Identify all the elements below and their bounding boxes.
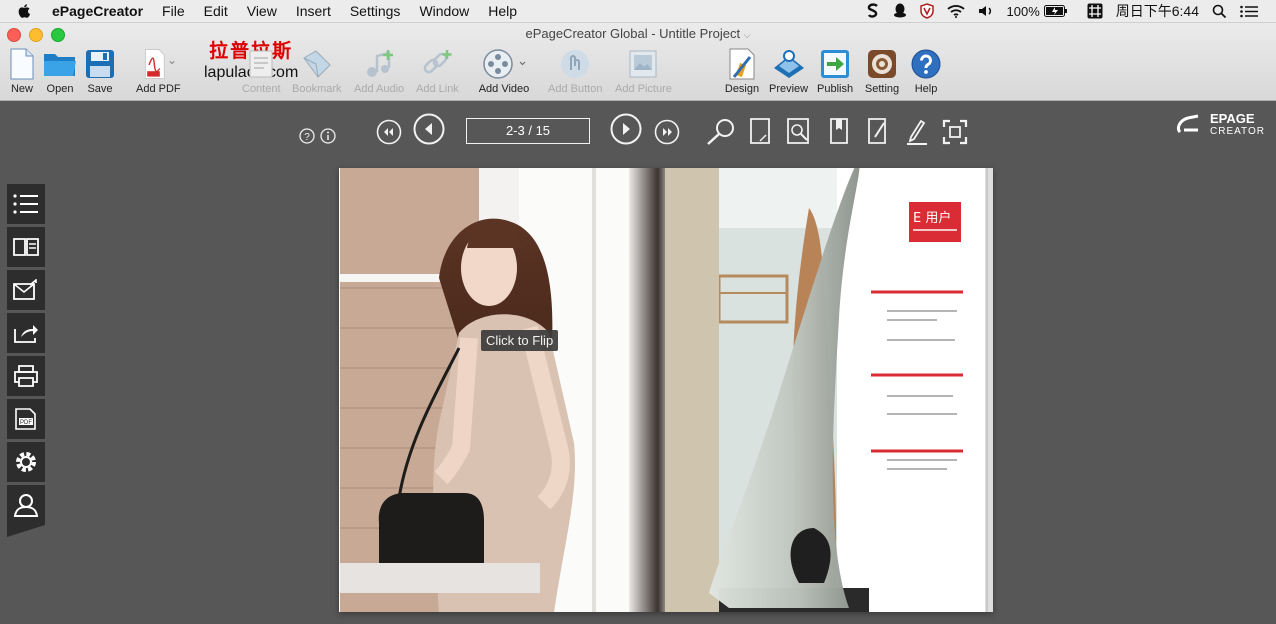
- input-method-icon[interactable]: [1087, 3, 1103, 19]
- thumbnail-page-icon[interactable]: [748, 117, 772, 147]
- add-link-button[interactable]: Add Link: [416, 47, 459, 97]
- floppy-disk-icon: [86, 50, 114, 78]
- window-toolbar: ePageCreator Global - Untitle Project ⌵ …: [0, 23, 1276, 101]
- apple-icon[interactable]: [17, 3, 33, 19]
- publish-button[interactable]: Publish: [817, 47, 853, 97]
- add-video-button[interactable]: Add Video: [478, 47, 530, 97]
- open-button[interactable]: Open: [42, 47, 78, 97]
- sidebar-download-pdf-button[interactable]: PDF: [7, 399, 45, 439]
- right-page: E 用户: [665, 168, 993, 612]
- menu-edit[interactable]: Edit: [204, 3, 228, 19]
- right-page-heading: E 用户: [913, 210, 951, 226]
- note-edit-icon[interactable]: [866, 117, 890, 147]
- question-icon[interactable]: ?: [299, 128, 315, 144]
- volume-icon[interactable]: [978, 4, 994, 18]
- menu-insert[interactable]: Insert: [296, 3, 331, 19]
- logo-line2: CREATOR: [1210, 126, 1265, 137]
- page-indicator[interactable]: 2-3 / 15: [466, 118, 590, 144]
- sogou-icon[interactable]: [866, 3, 880, 19]
- next-page-icon[interactable]: [610, 113, 642, 145]
- sidebar-thumbnails-button[interactable]: [7, 227, 45, 267]
- book-open-icon: [13, 238, 39, 256]
- folder-icon: [44, 54, 76, 76]
- save-button[interactable]: Save: [82, 47, 118, 97]
- design-button[interactable]: Design: [724, 47, 760, 97]
- button-hand-icon: [561, 50, 590, 78]
- bookmark-icon: [303, 50, 331, 78]
- list-icon: [13, 194, 38, 214]
- picture-icon: [629, 50, 657, 78]
- sidebar-account-button[interactable]: [7, 485, 45, 525]
- left-page-photo: [340, 168, 665, 612]
- search-page-icon[interactable]: [786, 117, 812, 147]
- new-document-icon: [10, 48, 34, 80]
- first-page-icon[interactable]: [376, 119, 402, 145]
- preview-icon: [773, 50, 804, 78]
- menu-window[interactable]: Window: [419, 3, 469, 19]
- help-info-controls: ?: [299, 128, 336, 144]
- design-pen-icon: [729, 48, 755, 80]
- logo-line1: EPAGE: [1210, 111, 1255, 126]
- last-page-icon[interactable]: [654, 119, 680, 145]
- menu-help[interactable]: Help: [488, 3, 517, 19]
- flipbook[interactable]: E 用户: [339, 168, 993, 612]
- wifi-icon[interactable]: [946, 4, 965, 18]
- menu-app-name[interactable]: ePageCreator: [52, 3, 143, 19]
- menu-view[interactable]: View: [247, 3, 277, 19]
- notification-center-icon[interactable]: [1240, 5, 1258, 18]
- svg-text:PDF: PDF: [20, 420, 32, 426]
- battery-percent: 100%: [1006, 3, 1040, 19]
- sidebar-toc-button[interactable]: [7, 184, 45, 224]
- add-button-button[interactable]: Add Button: [548, 47, 602, 97]
- preview-button[interactable]: Preview: [769, 47, 808, 97]
- zoom-icon[interactable]: [705, 117, 737, 147]
- sidebar-settings-button[interactable]: [7, 442, 45, 482]
- flipbook-spread: E 用户: [340, 168, 993, 612]
- fullscreen-icon[interactable]: [942, 119, 968, 145]
- svg-text:?: ?: [304, 132, 310, 143]
- sidebar-share-button[interactable]: [7, 313, 45, 353]
- audio-icon: [367, 50, 394, 77]
- epage-creator-logo: EPAGE CREATOR: [1176, 110, 1276, 143]
- mail-share-icon: [13, 279, 37, 300]
- user-icon: [13, 494, 39, 517]
- publish-arrow-icon: [821, 50, 850, 78]
- content-button[interactable]: Content: [242, 47, 281, 97]
- info-icon[interactable]: [320, 128, 336, 144]
- new-button[interactable]: New: [4, 47, 40, 97]
- settings-gear-icon: [868, 50, 896, 78]
- help-button[interactable]: Help: [908, 47, 944, 97]
- printer-icon: [14, 365, 38, 387]
- click-to-flip-tooltip: Click to Flip: [481, 330, 559, 351]
- menu-file[interactable]: File: [162, 3, 185, 19]
- link-icon: [424, 50, 452, 74]
- pdf-download-icon: PDF: [15, 408, 36, 430]
- sidebar-tail: [7, 525, 45, 537]
- sidebar-print-button[interactable]: [7, 356, 45, 396]
- share-icon: [14, 325, 38, 343]
- add-pdf-button[interactable]: Add PDF: [136, 47, 181, 97]
- clock[interactable]: 周日下午6:44: [1116, 1, 1199, 21]
- add-audio-button[interactable]: Add Audio: [354, 47, 404, 97]
- draw-pen-icon[interactable]: [905, 117, 929, 147]
- spotlight-search-icon[interactable]: [1212, 4, 1227, 19]
- bookmark-button[interactable]: Bookmark: [292, 47, 342, 97]
- battery-icon[interactable]: [1043, 5, 1068, 17]
- video-reel-icon: [483, 49, 526, 79]
- bookmark-view-icon[interactable]: [828, 117, 850, 147]
- menu-settings[interactable]: Settings: [350, 3, 401, 19]
- window-title: ePageCreator Global - Untitle Project ⌵: [525, 26, 751, 41]
- help-question-icon: [911, 49, 941, 79]
- menu-bar: ePageCreator File Edit View Insert Setti…: [0, 0, 1276, 23]
- add-picture-button[interactable]: Add Picture: [615, 47, 672, 97]
- qq-icon[interactable]: [893, 3, 907, 19]
- shield-icon[interactable]: [919, 3, 934, 19]
- content-icon: [249, 50, 273, 78]
- previous-page-icon[interactable]: [413, 113, 445, 145]
- gear-icon: [16, 452, 36, 472]
- pdf-file-icon: [145, 49, 175, 79]
- setting-button[interactable]: Setting: [864, 47, 900, 97]
- sidebar-email-button[interactable]: [7, 270, 45, 310]
